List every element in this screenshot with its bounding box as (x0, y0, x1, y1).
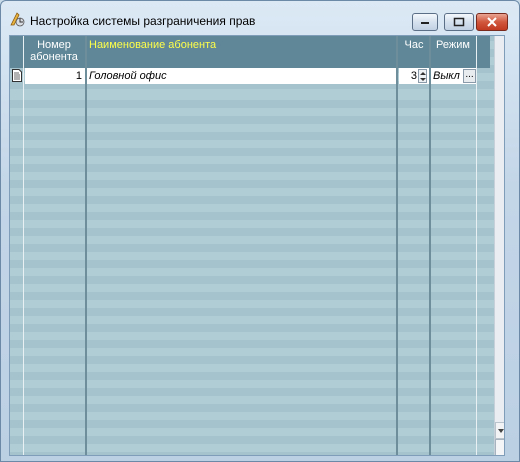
scroll-thumb[interactable] (495, 439, 504, 455)
close-button[interactable] (476, 13, 508, 31)
spin-down-icon[interactable] (420, 78, 426, 81)
record-icon (12, 69, 22, 82)
maximize-button[interactable] (444, 13, 474, 31)
app-icon (10, 12, 25, 27)
close-icon (487, 17, 497, 27)
maximize-icon (453, 17, 465, 27)
column-header-mode[interactable]: Режим (431, 36, 475, 68)
title-bar[interactable]: Настройка системы разграничения прав (1, 1, 519, 33)
column-header-hour[interactable]: Час (399, 36, 429, 68)
scroll-down-button[interactable] (495, 422, 504, 439)
hour-spinner[interactable] (418, 69, 427, 83)
column-header-hour-label: Час (404, 39, 424, 51)
minimize-icon (421, 22, 429, 24)
grid-header: Номер абонента Наименование абонента Час… (10, 36, 490, 68)
column-divider (23, 36, 24, 455)
table-row[interactable]: 1 Головной офис 3 Выкл ... (10, 68, 490, 84)
vertical-scrollbar[interactable] (494, 36, 504, 455)
column-divider (85, 36, 87, 455)
column-header-number-line2: абонента (30, 51, 78, 63)
scroll-down-icon (497, 428, 504, 433)
spin-up-icon[interactable] (420, 72, 426, 75)
mode-select-button[interactable]: ... (463, 69, 476, 83)
column-header-name-label: Наименование абонента (89, 39, 217, 51)
column-divider (429, 36, 431, 455)
cell-name[interactable]: Головной офис (87, 68, 396, 84)
cell-number[interactable]: 1 (25, 68, 85, 84)
column-header-mode-label: Режим (436, 39, 470, 51)
column-header-number-line1: Номер (37, 39, 71, 51)
window-title: Настройка системы разграничения прав (30, 14, 256, 28)
column-divider (476, 36, 477, 455)
main-window: Настройка системы разграничения прав Ном… (0, 0, 520, 462)
column-header-number[interactable]: Номер абонента (24, 36, 84, 68)
column-divider (396, 36, 398, 455)
column-header-name[interactable]: Наименование абонента (87, 36, 396, 68)
permissions-grid[interactable]: Номер абонента Наименование абонента Час… (9, 35, 505, 456)
minimize-button[interactable] (412, 13, 438, 31)
